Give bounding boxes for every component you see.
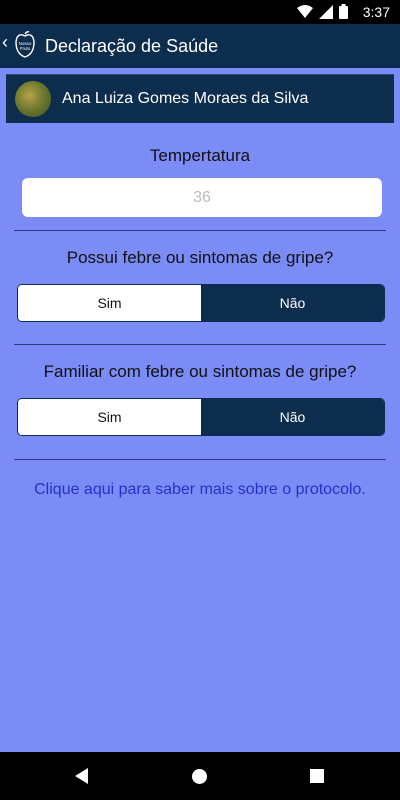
family-no-button[interactable]: Não [201, 399, 384, 435]
status-bar: 3:37 [0, 0, 400, 24]
family-yes-button[interactable]: Sim [18, 399, 201, 435]
status-icons [297, 4, 348, 19]
protocol-link[interactable]: Clique aqui para saber mais sobre o prot… [30, 480, 370, 499]
nav-bar [0, 752, 400, 800]
svg-text:Fruto: Fruto [20, 46, 31, 51]
user-name: Ana Luiza Gomes Moraes da Silva [62, 90, 309, 107]
back-icon[interactable] [75, 768, 88, 784]
divider [14, 230, 386, 231]
page-title: Declaração de Saúde [45, 36, 219, 56]
question-fever-label: Possui febre ou sintomas de gripe? [66, 248, 334, 267]
fever-segmented-control: Sim Não [17, 284, 385, 322]
app-logo: Nosso Fruto [15, 31, 35, 58]
home-icon[interactable] [192, 769, 207, 784]
temperature-label: Tempertatura [149, 146, 251, 165]
avatar [15, 81, 51, 117]
battery-icon [339, 4, 348, 19]
app-bar: ‹ Nosso Fruto Declaração de Saúde [0, 24, 400, 68]
status-time: 3:37 [362, 4, 390, 20]
recent-apps-icon[interactable] [310, 769, 324, 783]
signal-icon [319, 4, 333, 19]
fever-yes-button[interactable]: Sim [18, 285, 201, 321]
family-segmented-control: Sim Não [17, 398, 385, 436]
divider [14, 459, 386, 460]
temperature-input[interactable] [22, 178, 382, 217]
user-header: Ana Luiza Gomes Moraes da Silva [6, 74, 394, 123]
chevron-left-icon[interactable]: ‹ [2, 32, 8, 53]
question-family-label: Familiar com febre ou sintomas de gripe? [43, 362, 357, 381]
wifi-icon [297, 4, 313, 18]
fever-no-button[interactable]: Não [201, 285, 384, 321]
divider [14, 344, 386, 345]
